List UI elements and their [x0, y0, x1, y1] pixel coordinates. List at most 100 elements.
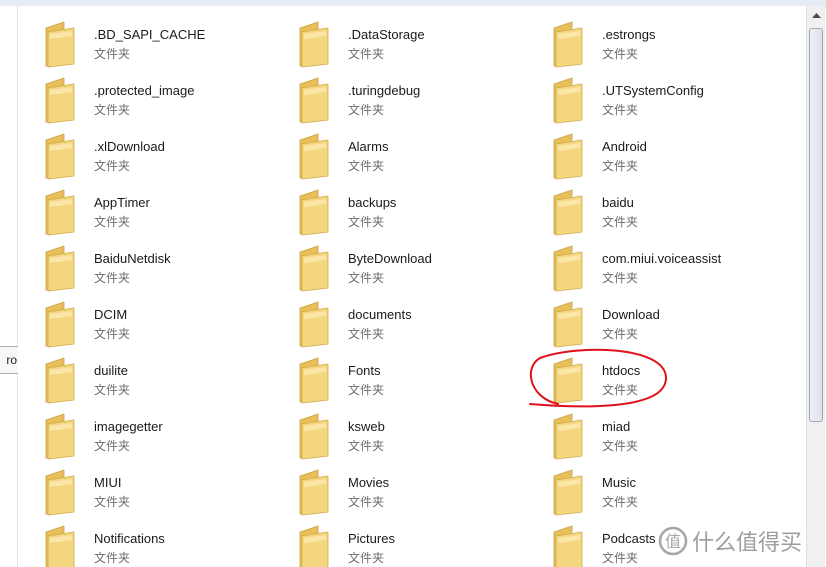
folder-name: ksweb — [348, 419, 385, 434]
navigation-pane[interactable]: ro — [0, 6, 20, 567]
folder-name: imagegetter — [94, 419, 163, 434]
folder-type: 文件夹 — [602, 551, 639, 565]
folder-item[interactable]: duilite 文件夹 — [40, 352, 294, 408]
folder-name: Android — [602, 139, 647, 154]
folder-item[interactable]: Notifications 文件夹 — [40, 520, 294, 567]
folder-item[interactable]: .DataStorage 文件夹 — [294, 16, 548, 72]
folder-item[interactable]: Fonts 文件夹 — [294, 352, 548, 408]
folder-icon — [45, 133, 75, 180]
scroll-up-arrow-icon — [811, 13, 821, 18]
folder-grid: .BD_SAPI_CACHE 文件夹 .DataStorage 文件夹 .estro… — [40, 16, 802, 567]
folder-type: 文件夹 — [94, 47, 131, 61]
scrollbar-thumb[interactable] — [809, 28, 823, 422]
folder-icon — [299, 21, 329, 68]
folder-item[interactable]: .BD_SAPI_CACHE 文件夹 — [40, 16, 294, 72]
folder-name: Fonts — [348, 363, 381, 378]
navigation-item-partial[interactable]: ro — [0, 346, 20, 374]
folder-type: 文件夹 — [94, 551, 131, 565]
folder-name: backups — [348, 195, 397, 210]
folder-item[interactable]: AppTimer 文件夹 — [40, 184, 294, 240]
folder-icon — [45, 525, 75, 567]
folder-item[interactable]: Music 文件夹 — [548, 464, 802, 520]
folder-item[interactable]: Movies 文件夹 — [294, 464, 548, 520]
folder-name: AppTimer — [94, 195, 150, 210]
folder-name: baidu — [602, 195, 634, 210]
folder-type: 文件夹 — [602, 439, 639, 453]
folder-item[interactable]: Android 文件夹 — [548, 128, 802, 184]
folder-icon — [299, 469, 329, 516]
folder-type: 文件夹 — [94, 215, 131, 229]
folder-name: .turingdebug — [348, 83, 421, 98]
watermark-text: 什么值得买 — [692, 530, 803, 555]
folder-name: .DataStorage — [348, 27, 425, 42]
folder-item[interactable]: MIUI 文件夹 — [40, 464, 294, 520]
folder-item[interactable]: DCIM 文件夹 — [40, 296, 294, 352]
folder-name: DCIM — [94, 307, 128, 322]
folder-item[interactable]: .protected_image 文件夹 — [40, 72, 294, 128]
folder-icon — [553, 301, 583, 348]
folder-type: 文件夹 — [94, 439, 131, 453]
folder-name: MIUI — [94, 475, 122, 490]
folder-type: 文件夹 — [348, 495, 385, 509]
folder-name: .UTSystemConfig — [602, 83, 704, 98]
folder-type: 文件夹 — [94, 159, 131, 173]
folder-icon — [553, 525, 583, 567]
folder-name: com.miui.voiceassist — [602, 251, 722, 266]
folder-type: 文件夹 — [602, 47, 639, 61]
scroll-up-button[interactable] — [808, 8, 824, 22]
folder-icon — [299, 413, 329, 460]
folder-item[interactable]: Pictures 文件夹 — [294, 520, 548, 567]
folder-icon — [553, 77, 583, 124]
folder-item[interactable]: Download 文件夹 — [548, 296, 802, 352]
vertical-scrollbar[interactable] — [806, 6, 825, 567]
folder-name: Pictures — [348, 531, 395, 546]
folder-item[interactable]: .turingdebug 文件夹 — [294, 72, 548, 128]
folder-type: 文件夹 — [348, 215, 385, 229]
folder-item[interactable]: baidu 文件夹 — [548, 184, 802, 240]
folder-icon — [553, 245, 583, 292]
folder-type: 文件夹 — [348, 327, 385, 341]
folder-item[interactable]: .estrongs 文件夹 — [548, 16, 802, 72]
folder-name: Download — [602, 307, 660, 322]
folder-icon — [45, 413, 75, 460]
folder-name: Movies — [348, 475, 390, 490]
folder-type: 文件夹 — [348, 551, 385, 565]
folder-name: .protected_image — [94, 83, 195, 98]
folder-icon — [45, 357, 75, 404]
folder-item[interactable]: BaiduNetdisk 文件夹 — [40, 240, 294, 296]
folder-type: 文件夹 — [94, 271, 131, 285]
value-badge-icon: 值 — [658, 526, 688, 556]
folder-item[interactable]: imagegetter 文件夹 — [40, 408, 294, 464]
folder-item[interactable]: backups 文件夹 — [294, 184, 548, 240]
folder-name: .xlDownload — [94, 139, 165, 154]
folder-icon — [45, 189, 75, 236]
folder-icon — [45, 245, 75, 292]
folder-icon — [299, 77, 329, 124]
folder-icon — [553, 413, 583, 460]
folder-item[interactable]: ByteDownload 文件夹 — [294, 240, 548, 296]
folder-item[interactable]: documents 文件夹 — [294, 296, 548, 352]
folder-item[interactable]: com.miui.voiceassist 文件夹 — [548, 240, 802, 296]
folder-type: 文件夹 — [348, 47, 385, 61]
folder-name: ByteDownload — [348, 251, 432, 266]
folder-item[interactable]: .xlDownload 文件夹 — [40, 128, 294, 184]
folder-icon — [299, 525, 329, 567]
folder-name: BaiduNetdisk — [94, 251, 171, 266]
folder-item[interactable]: miad 文件夹 — [548, 408, 802, 464]
watermark: 值 什么值得买 — [658, 524, 802, 558]
folder-icon — [553, 189, 583, 236]
folder-name: Music — [602, 475, 636, 490]
folder-item[interactable]: ksweb 文件夹 — [294, 408, 548, 464]
folder-type: 文件夹 — [602, 271, 639, 285]
folder-item[interactable]: .UTSystemConfig 文件夹 — [548, 72, 802, 128]
folder-icon — [553, 357, 583, 404]
folder-type: 文件夹 — [94, 103, 131, 117]
folder-item[interactable]: htdocs 文件夹 — [548, 352, 802, 408]
folder-icon — [299, 133, 329, 180]
folder-item[interactable]: Alarms 文件夹 — [294, 128, 548, 184]
file-list-view[interactable]: .BD_SAPI_CACHE 文件夹 .DataStorage 文件夹 .estro… — [18, 6, 806, 567]
svg-text:值: 值 — [665, 532, 681, 551]
folder-icon — [299, 301, 329, 348]
folder-name: Podcasts — [602, 531, 656, 546]
folder-type: 文件夹 — [94, 327, 131, 341]
